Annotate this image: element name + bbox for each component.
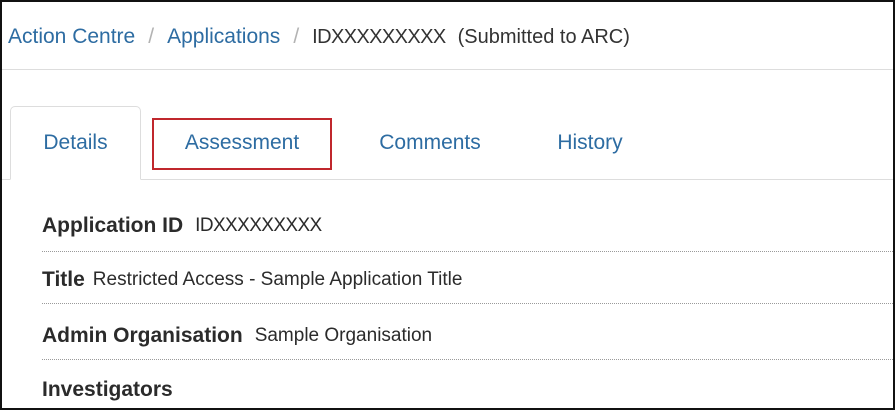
breadcrumb: Action Centre / Applications / IDXXXXXXX… [8, 22, 630, 52]
tab-history[interactable]: History [530, 106, 650, 180]
field-label: Admin Organisation [42, 324, 243, 347]
breadcrumb-link-applications[interactable]: Applications [167, 25, 280, 49]
application-status: (Submitted to ARC) [457, 25, 630, 48]
field-value: Restricted Access - Sample Application T… [92, 269, 463, 290]
field-value: Sample Organisation [254, 325, 433, 346]
field-label: Application ID [42, 214, 184, 237]
field-value: IDXXXXXXXXX [195, 215, 322, 236]
field-label: Title [42, 268, 85, 291]
breadcrumb-current-application-id: IDXXXXXXXXX [312, 25, 446, 48]
field-application-id: Application ID IDXXXXXXXXX [42, 201, 893, 252]
tab-comments-label: Comments [379, 131, 481, 154]
breadcrumb-separator: / [293, 25, 300, 48]
field-admin-organisation: Admin Organisation Sample Organisation [42, 313, 893, 360]
breadcrumb-link-action-centre[interactable]: Action Centre [8, 25, 135, 49]
application-page: Action Centre / Applications / IDXXXXXXX… [0, 0, 895, 410]
field-title: Title Restricted Access - Sample Applica… [42, 257, 893, 304]
field-investigators: Investigators [42, 367, 893, 408]
tab-details-label: Details [43, 131, 108, 154]
field-label: Investigators [42, 378, 173, 401]
tab-comments[interactable]: Comments [352, 106, 508, 180]
tab-details[interactable]: Details [10, 106, 141, 180]
header-divider [2, 69, 893, 70]
tab-assessment[interactable]: Assessment [152, 106, 332, 180]
breadcrumb-separator: / [148, 25, 155, 48]
tab-assessment-label: Assessment [184, 131, 300, 154]
tab-history-label: History [557, 131, 623, 154]
